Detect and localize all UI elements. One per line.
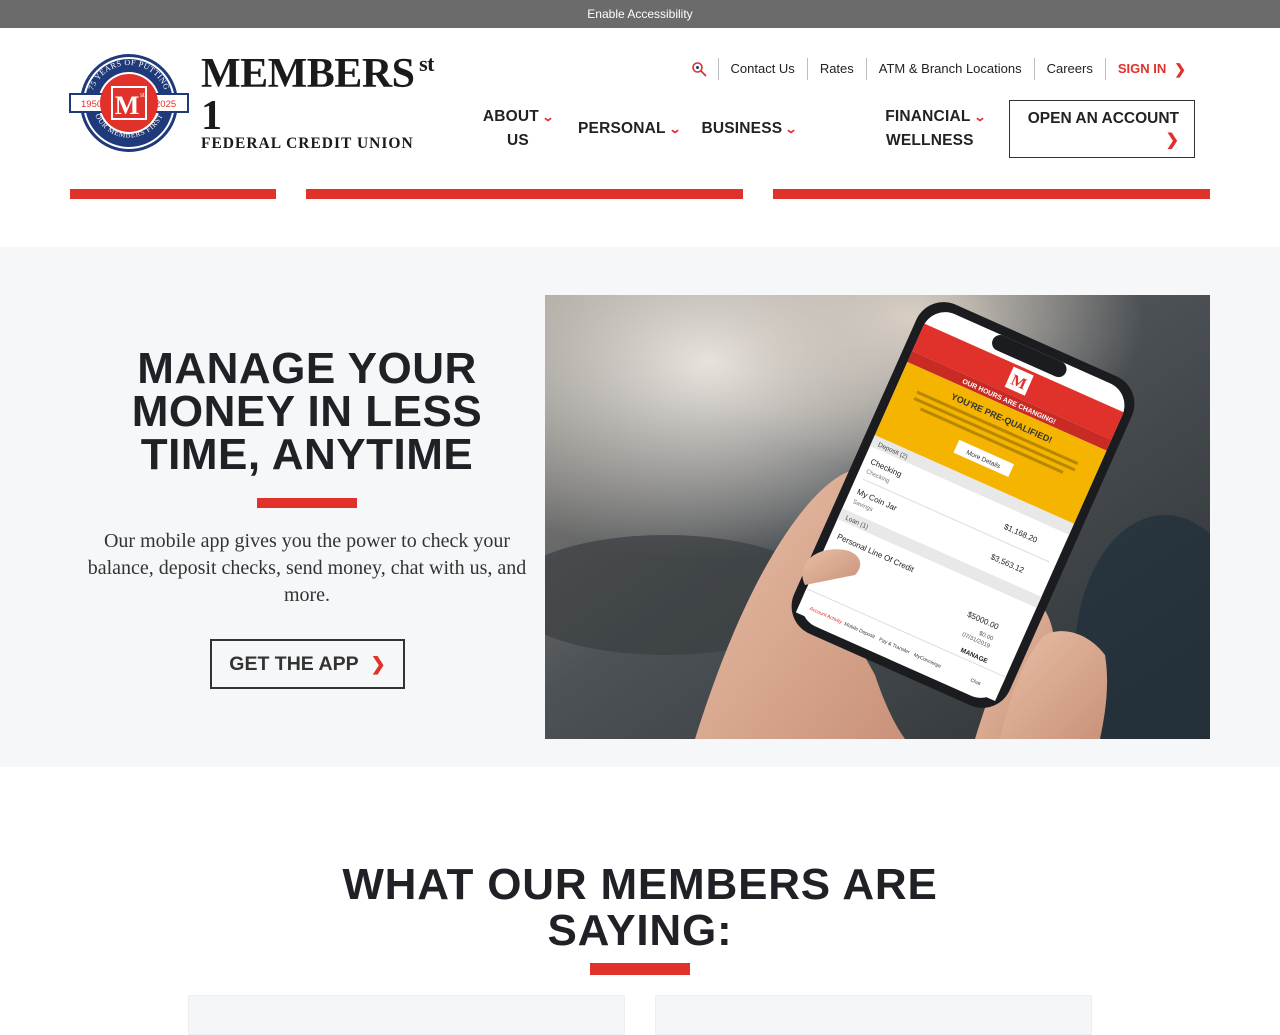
- accessibility-bar: Enable Accessibility: [0, 0, 1280, 28]
- get-the-app-label: GET THE APP: [229, 652, 359, 675]
- nav-business-label: BUSINESS: [701, 120, 783, 137]
- sign-in-button[interactable]: SIGN IN ❯: [1104, 58, 1198, 80]
- hero-title-line-2: MONEY IN LESS: [131, 387, 483, 436]
- chevron-down-icon: ⌄: [784, 122, 799, 136]
- nav-business[interactable]: BUSINESS ⌄: [697, 117, 801, 141]
- nav-financial-wellness[interactable]: FINANCIAL ⌄ WELLNESS: [880, 105, 990, 152]
- rates-link[interactable]: Rates: [806, 58, 866, 80]
- hero-red-bar: [257, 498, 357, 508]
- nav-financial-label-2: WELLNESS: [886, 132, 974, 149]
- testimonial-card: [655, 995, 1092, 1035]
- utility-nav: Contact Us Rates ATM & Branch Locations …: [688, 58, 1199, 80]
- enable-accessibility-link[interactable]: Enable Accessibility: [587, 7, 692, 21]
- search-icon[interactable]: [688, 58, 710, 80]
- testimonials-title-line-1: WHAT OUR MEMBERS ARE: [342, 860, 938, 909]
- nav-about-us[interactable]: ABOUT ⌄ US: [478, 105, 558, 152]
- chevron-down-icon: ⌄: [972, 110, 987, 124]
- chevron-right-icon: ❯: [1165, 132, 1179, 149]
- nav-personal[interactable]: PERSONAL ⌄: [574, 117, 684, 141]
- careers-link[interactable]: Careers: [1033, 58, 1105, 80]
- red-divider: [70, 189, 276, 199]
- get-the-app-button[interactable]: GET THE APP ❯: [210, 639, 405, 689]
- site-header: M st 1950 2025 75 YEARS OF PUTTING OUR M…: [0, 28, 1280, 247]
- chevron-down-icon: ⌄: [668, 122, 682, 136]
- testimonials-title: WHAT OUR MEMBERS ARE SAYING:: [0, 862, 1280, 954]
- hero-title: MANAGE YOUR MONEY IN LESS TIME, ANYTIME: [88, 344, 526, 479]
- nav-personal-label: PERSONAL: [578, 120, 666, 137]
- red-divider: [773, 189, 1210, 199]
- testimonials-red-bar: [590, 963, 690, 975]
- hero-title-line-1: MANAGE YOUR: [137, 344, 477, 393]
- logo-name-sup: st: [419, 51, 434, 76]
- hero-section: MANAGE YOUR MONEY IN LESS TIME, ANYTIME …: [0, 247, 1280, 767]
- chevron-down-icon: ⌄: [541, 110, 555, 124]
- red-divider: [306, 189, 743, 199]
- testimonials-title-line-2: SAYING:: [547, 906, 733, 955]
- testimonial-card: [188, 995, 625, 1035]
- contact-us-link[interactable]: Contact Us: [717, 58, 807, 80]
- chevron-right-icon: ❯: [1174, 61, 1186, 77]
- chevron-right-icon: ❯: [370, 653, 386, 674]
- hero-phone-photo: M OUR HOURS ARE CHANGING! YOU'RE PRE-QUA…: [545, 295, 1210, 739]
- nav-financial-label-1: FINANCIAL: [885, 108, 971, 125]
- open-account-label: OPEN AN ACCOUNT: [1027, 110, 1179, 127]
- sign-in-label: SIGN IN: [1117, 61, 1167, 76]
- hero-description: Our mobile app gives you the power to ch…: [87, 530, 527, 606]
- nav-about-label-1: ABOUT: [482, 108, 539, 125]
- nav-about-label-2: US: [507, 132, 529, 149]
- hero-title-line-3: TIME, ANYTIME: [140, 430, 474, 479]
- open-account-button[interactable]: OPEN AN ACCOUNT ❯: [1009, 100, 1195, 158]
- seal-sup: st: [140, 93, 145, 99]
- atm-branch-locations-link[interactable]: ATM & Branch Locations: [865, 58, 1034, 80]
